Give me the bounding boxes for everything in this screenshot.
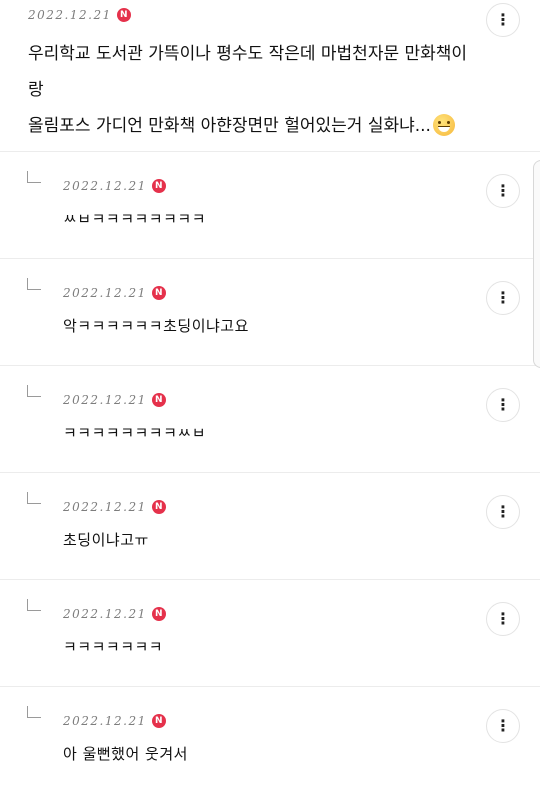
reply-item: 2022.12.21 N 악ㅋㅋㅋㅋㅋㅋ초딩이냐고요 ⋮ [0, 259, 540, 366]
new-badge: N [151, 607, 166, 621]
reply-text: 초딩이냐고ㅠ [63, 531, 149, 549]
more-vertical-icon: ⋮ [495, 181, 511, 200]
more-vertical-icon: ⋮ [495, 502, 511, 521]
reply-date: 2022.12.21 [63, 286, 147, 300]
post-more-button[interactable]: ⋮ [486, 3, 520, 37]
reply-arrow-icon [27, 492, 41, 504]
post-meta: 2022.12.21 N [28, 8, 131, 22]
new-badge: N [151, 500, 166, 514]
reply-date: 2022.12.21 [63, 607, 147, 621]
reply-meta: 2022.12.21 N [63, 500, 166, 514]
new-badge: N [116, 8, 131, 22]
reply-date: 2022.12.21 [63, 500, 147, 514]
reply-more-button[interactable]: ⋮ [486, 281, 520, 315]
reply-more-button[interactable]: ⋮ [486, 495, 520, 529]
reply-meta: 2022.12.21 N [63, 286, 166, 300]
more-vertical-icon: ⋮ [495, 10, 511, 29]
new-badge: N [151, 179, 166, 193]
reply-more-button[interactable]: ⋮ [486, 174, 520, 208]
reply-date: 2022.12.21 [63, 714, 147, 728]
grinning-sweat-emoji-icon [432, 114, 455, 136]
post-date: 2022.12.21 [28, 8, 112, 22]
reply-item: 2022.12.21 N ㅆㅂㅋㅋㅋㅋㅋㅋㅋㅋ ⋮ [0, 152, 540, 259]
original-post: 2022.12.21 N 우리학교 도서관 가뜩이나 평수도 작은데 마법천자문… [0, 0, 540, 152]
reply-text: ㅋㅋㅋㅋㅋㅋㅋ [63, 638, 164, 656]
reply-arrow-icon [27, 706, 41, 718]
more-vertical-icon: ⋮ [495, 395, 511, 414]
more-vertical-icon: ⋮ [495, 609, 511, 628]
new-badge: N [151, 286, 166, 300]
reply-meta: 2022.12.21 N [63, 607, 166, 621]
reply-text: 아 울뻔했어 웃겨서 [63, 745, 188, 763]
scrollbar[interactable] [533, 160, 540, 368]
post-text-line2: 올림포스 가디언 만화책 아햔장면만 헐어있는거 실화냐... [28, 116, 431, 136]
reply-arrow-icon [27, 599, 41, 611]
post-text-line1: 우리학교 도서관 가뜩이나 평수도 작은데 마법천자문 만화책이랑 [28, 44, 468, 100]
reply-date: 2022.12.21 [63, 393, 147, 407]
new-badge: N [151, 714, 166, 728]
reply-text: 악ㅋㅋㅋㅋㅋㅋ초딩이냐고요 [63, 317, 249, 335]
reply-more-button[interactable]: ⋮ [486, 388, 520, 422]
reply-item: 2022.12.21 N 아 울뻔했어 웃겨서 ⋮ [0, 687, 540, 793]
more-vertical-icon: ⋮ [495, 716, 511, 735]
reply-more-button[interactable]: ⋮ [486, 602, 520, 636]
reply-text: ㅆㅂㅋㅋㅋㅋㅋㅋㅋㅋ [63, 210, 207, 228]
new-badge: N [151, 393, 166, 407]
reply-text: ㅋㅋㅋㅋㅋㅋㅋㅋㅆㅂ [63, 424, 207, 442]
reply-item: 2022.12.21 N ㅋㅋㅋㅋㅋㅋㅋ ⋮ [0, 580, 540, 687]
reply-arrow-icon [27, 171, 41, 183]
more-vertical-icon: ⋮ [495, 288, 511, 307]
reply-more-button[interactable]: ⋮ [486, 709, 520, 743]
reply-arrow-icon [27, 278, 41, 290]
reply-item: 2022.12.21 N 초딩이냐고ㅠ ⋮ [0, 473, 540, 580]
reply-meta: 2022.12.21 N [63, 179, 166, 193]
post-content: 우리학교 도서관 가뜩이나 평수도 작은데 마법천자문 만화책이랑 올림포스 가… [28, 36, 473, 144]
reply-item: 2022.12.21 N ㅋㅋㅋㅋㅋㅋㅋㅋㅆㅂ ⋮ [0, 366, 540, 473]
reply-meta: 2022.12.21 N [63, 393, 166, 407]
reply-meta: 2022.12.21 N [63, 714, 166, 728]
reply-date: 2022.12.21 [63, 179, 147, 193]
reply-arrow-icon [27, 385, 41, 397]
